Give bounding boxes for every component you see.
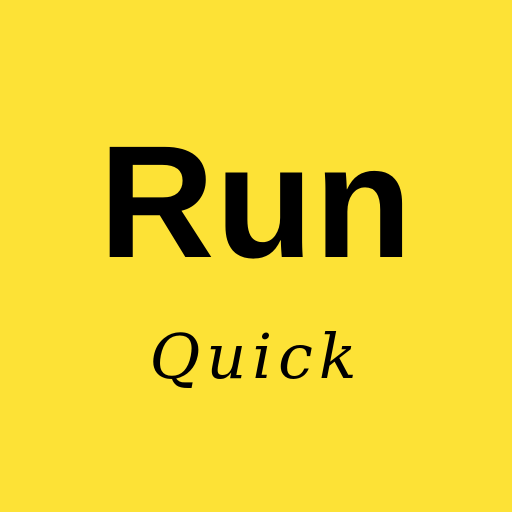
app-logo-tile: Run Quick [0, 0, 512, 512]
app-title: Run [98, 112, 413, 291]
app-subtitle: Quick [149, 320, 363, 393]
